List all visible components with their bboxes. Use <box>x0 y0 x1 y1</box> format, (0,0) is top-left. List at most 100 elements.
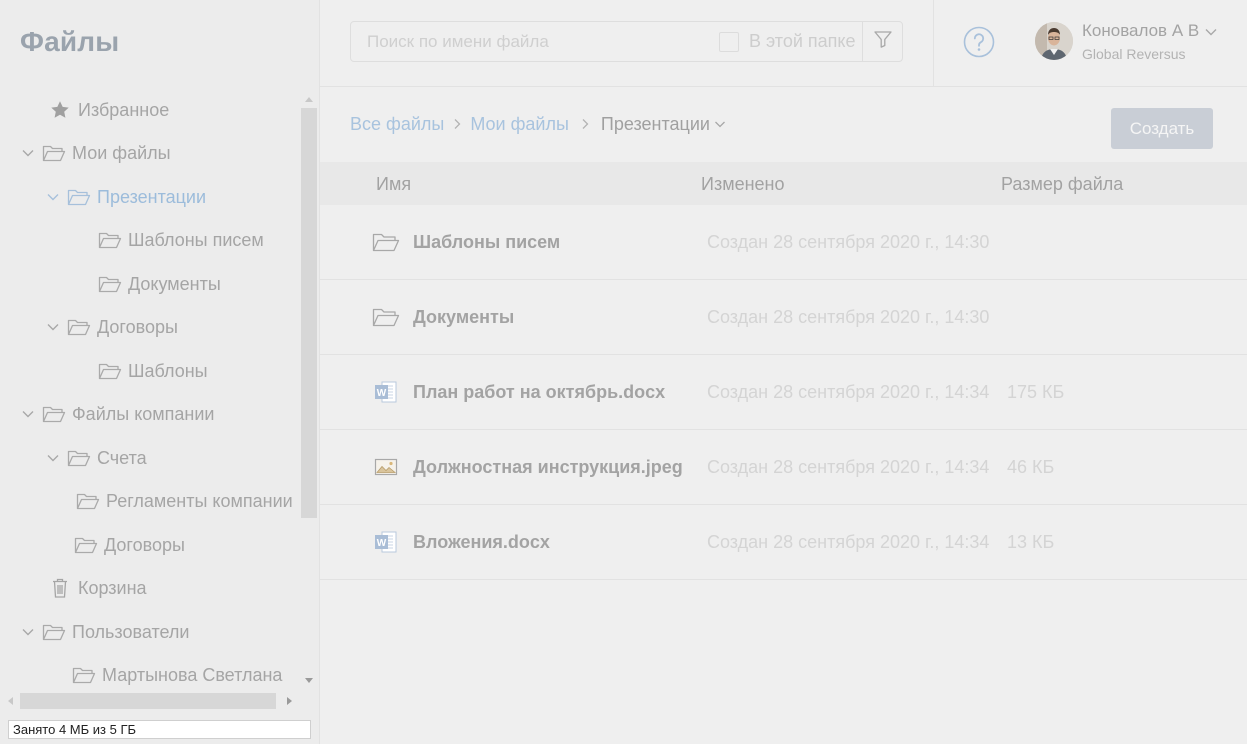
file-size: 46 КБ <box>1007 457 1055 477</box>
tree-item-label: Презентации <box>97 186 207 207</box>
chevron-down-icon[interactable] <box>16 620 40 644</box>
svg-text:W: W <box>377 538 387 549</box>
folder-icon <box>372 305 400 329</box>
create-button[interactable]: Создать <box>1111 108 1213 149</box>
scroll-up-arrow-icon[interactable] <box>300 90 318 108</box>
image-file-icon <box>372 455 400 479</box>
folder-tree: Избранное Мои файлы Презентации Шаблоны … <box>0 88 300 692</box>
column-header-name[interactable]: Имя <box>376 174 411 195</box>
scroll-down-arrow-icon[interactable] <box>300 672 318 690</box>
vertical-scroll-thumb[interactable] <box>301 108 317 518</box>
folder-icon <box>67 315 91 339</box>
checkbox-box[interactable] <box>719 31 739 52</box>
tree-item-letter-templates[interactable]: Шаблоны писем <box>98 226 264 254</box>
file-modified: Создан 28 сентября 2020 г., 14:34 <box>707 532 990 552</box>
tree-item-user-folder[interactable]: Мартынова Светлана <box>72 661 282 689</box>
storage-usage: Занято 4 МБ из 5 ГБ <box>8 720 311 739</box>
file-size: 175 КБ <box>1007 382 1065 402</box>
trash-icon <box>48 576 72 600</box>
tree-item-documents[interactable]: Документы <box>98 270 221 298</box>
star-icon <box>48 98 72 122</box>
user-menu[interactable]: Коновалов А В Global Reversus <box>1035 20 1235 66</box>
table-row[interactable]: W Вложения.docx Создан 28 сентября 2020 … <box>320 505 1247 580</box>
chevron-down-icon[interactable] <box>16 141 40 165</box>
tree-item-invoices[interactable]: Счета <box>41 444 147 472</box>
tree-item-label: Договоры <box>97 316 178 337</box>
chevron-down-icon[interactable] <box>41 446 65 470</box>
folder-icon <box>72 663 96 687</box>
scroll-left-arrow-icon[interactable] <box>0 692 20 710</box>
tree-item-label: Файлы компании <box>72 403 215 424</box>
tree-item-presentations[interactable]: Презентации <box>41 183 206 211</box>
folder-icon <box>98 272 122 296</box>
chevron-down-icon[interactable] <box>16 402 40 426</box>
word-file-icon: W <box>372 380 400 404</box>
folder-icon <box>372 230 400 254</box>
sidebar: Файлы Избранное Мои файлы Презентации Ша… <box>0 0 320 744</box>
tree-item-templates[interactable]: Шаблоны <box>98 357 208 385</box>
in-folder-checkbox[interactable]: В этой папке <box>719 31 856 52</box>
tree-item-company-files[interactable]: Файлы компании <box>16 400 214 428</box>
chevron-down-icon[interactable] <box>41 315 65 339</box>
tree-item-label: Договоры <box>104 534 185 555</box>
file-name: Шаблоны писем <box>413 232 561 252</box>
tree-item-favorites[interactable]: Избранное <box>48 96 169 124</box>
tree-item-label: Мартынова Светлана <box>102 664 283 685</box>
folder-icon <box>98 228 122 252</box>
in-folder-label: В этой папке <box>749 31 856 51</box>
avatar <box>1035 22 1073 60</box>
file-name: Вложения.docx <box>413 532 550 552</box>
svg-text:W: W <box>377 388 387 399</box>
help-button[interactable] <box>963 26 995 58</box>
file-modified: Создан 28 сентября 2020 г., 14:34 <box>707 457 990 477</box>
tree-item-my-files[interactable]: Мои файлы <box>16 139 171 167</box>
file-modified: Создан 28 сентября 2020 г., 14:34 <box>707 382 990 402</box>
folder-icon <box>98 359 122 383</box>
folder-icon <box>42 402 66 426</box>
tree-item-label: Документы <box>128 273 221 294</box>
chevron-down-icon[interactable] <box>714 118 726 130</box>
tree-item-contracts[interactable]: Договоры <box>41 313 178 341</box>
chevron-down-icon[interactable] <box>41 185 65 209</box>
folder-icon <box>42 620 66 644</box>
breadcrumb-my-files[interactable]: Мои файлы <box>470 114 569 135</box>
horizontal-scroll-thumb[interactable] <box>20 693 276 709</box>
tree-item-label: Корзина <box>78 577 147 598</box>
breadcrumb-current[interactable]: Презентации <box>601 114 710 135</box>
user-name: Коновалов А В <box>1082 21 1200 40</box>
tree-vertical-scrollbar[interactable] <box>300 90 318 690</box>
search-input[interactable] <box>352 23 712 60</box>
tree-item-label: Шаблоны <box>128 360 208 381</box>
breadcrumb-all-files[interactable]: Все файлы <box>350 114 444 135</box>
scroll-right-arrow-icon[interactable] <box>280 692 300 710</box>
top-bar: В этой папке <box>320 0 1247 87</box>
tree-item-label: Счета <box>97 447 147 468</box>
column-header-size[interactable]: Размер файла <box>1001 174 1123 195</box>
app-title: Файлы <box>20 26 120 57</box>
column-header-modified[interactable]: Изменено <box>701 174 784 195</box>
table-row[interactable]: Должностная инструкция.jpeg Создан 28 се… <box>320 430 1247 505</box>
tree-item-company-regulations[interactable]: Регламенты компании <box>76 487 293 515</box>
tree-item-label: Пользователи <box>72 621 190 642</box>
file-name: Должностная инструкция.jpeg <box>413 457 683 477</box>
tree-item-company-contracts[interactable]: Договоры <box>74 531 185 559</box>
table-row[interactable]: W План работ на октябрь.docx Создан 28 с… <box>320 355 1247 430</box>
file-modified: Создан 28 сентября 2020 г., 14:30 <box>707 307 990 327</box>
help-icon <box>963 26 995 62</box>
table-header: Имя Изменено Размер файла <box>320 162 1247 205</box>
chevron-right-icon <box>569 118 601 130</box>
tree-item-trash[interactable]: Корзина <box>48 574 147 602</box>
tree-item-users[interactable]: Пользователи <box>16 618 189 646</box>
tree-item-label: Избранное <box>78 99 170 120</box>
filter-icon <box>873 29 893 54</box>
filter-button[interactable] <box>862 22 903 61</box>
tree-item-label: Регламенты компании <box>106 490 293 511</box>
top-divider <box>933 0 934 87</box>
folder-icon <box>67 446 91 470</box>
table-row[interactable]: Шаблоны писем Создан 28 сентября 2020 г.… <box>320 205 1247 280</box>
table-row[interactable]: Документы Создан 28 сентября 2020 г., 14… <box>320 280 1247 355</box>
tree-horizontal-scrollbar[interactable] <box>0 692 300 710</box>
chevron-right-icon <box>444 118 470 130</box>
folder-icon <box>42 141 66 165</box>
folder-icon <box>67 185 91 209</box>
